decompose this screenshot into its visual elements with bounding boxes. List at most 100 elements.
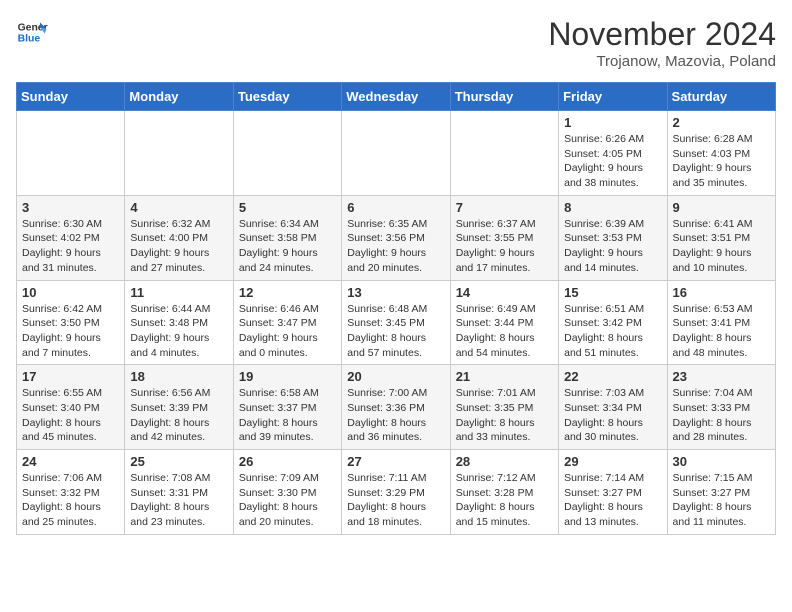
- day-number: 15: [564, 285, 661, 300]
- calendar-cell: 29 Sunrise: 7:14 AM Sunset: 3:27 PM Dayli…: [559, 450, 667, 535]
- calendar-cell: 12 Sunrise: 6:46 AM Sunset: 3:47 PM Dayli…: [233, 280, 341, 365]
- calendar-cell: 25Sunrise: 7:08 AM Sunset: 3:31 PM Dayli…: [125, 450, 233, 535]
- calendar-cell: [125, 111, 233, 196]
- calendar-cell: 22 Sunrise: 7:03 AM Sunset: 3:34 PM Dayli…: [559, 365, 667, 450]
- calendar-cell: 27 Sunrise: 7:11 AM Sunset: 3:29 PM Dayli…: [342, 450, 450, 535]
- calendar-cell: 14Sunrise: 6:49 AM Sunset: 3:44 PM Dayli…: [450, 280, 558, 365]
- day-number: 8: [564, 200, 661, 215]
- day-info: Sunrise: 6:39 AM Sunset: 3:53 PM Dayligh…: [564, 217, 661, 276]
- day-info: Sunrise: 7:04 AM Sunset: 3:33 PM Dayligh…: [673, 386, 770, 445]
- calendar-cell: 21 Sunrise: 7:01 AM Sunset: 3:35 PM Dayli…: [450, 365, 558, 450]
- calendar-cell: 6 Sunrise: 6:35 AM Sunset: 3:56 PM Daylig…: [342, 195, 450, 280]
- day-info: Sunrise: 7:00 AM Sunset: 3:36 PM Dayligh…: [347, 386, 444, 445]
- calendar-week-3: 10 Sunrise: 6:42 AM Sunset: 3:50 PM Dayli…: [17, 280, 776, 365]
- calendar-week-5: 24 Sunrise: 7:06 AM Sunset: 3:32 PM Dayli…: [17, 450, 776, 535]
- calendar-cell: 19 Sunrise: 6:58 AM Sunset: 3:37 PM Dayli…: [233, 365, 341, 450]
- day-number: 20: [347, 369, 444, 384]
- calendar-cell: 13 Sunrise: 6:48 AM Sunset: 3:45 PM Dayli…: [342, 280, 450, 365]
- calendar-cell: 15 Sunrise: 6:51 AM Sunset: 3:42 PM Dayli…: [559, 280, 667, 365]
- day-info: Sunrise: 7:08 AM Sunset: 3:31 PM Dayligh…: [130, 471, 227, 530]
- calendar-cell: 26 Sunrise: 7:09 AM Sunset: 3:30 PM Dayli…: [233, 450, 341, 535]
- day-number: 13: [347, 285, 444, 300]
- day-info: Sunrise: 7:14 AM Sunset: 3:27 PM Dayligh…: [564, 471, 661, 530]
- month-title: November 2024: [548, 16, 776, 53]
- day-info: Sunrise: 6:49 AM Sunset: 3:44 PM Dayligh…: [456, 302, 553, 361]
- day-number: 23: [673, 369, 770, 384]
- calendar-cell: 16 Sunrise: 6:53 AM Sunset: 3:41 PM Dayli…: [667, 280, 775, 365]
- calendar-cell: 5 Sunrise: 6:34 AM Sunset: 3:58 PM Daylig…: [233, 195, 341, 280]
- day-info: Sunrise: 7:09 AM Sunset: 3:30 PM Dayligh…: [239, 471, 336, 530]
- day-info: Sunrise: 6:44 AM Sunset: 3:48 PM Dayligh…: [130, 302, 227, 361]
- calendar-cell: 4 Sunrise: 6:32 AM Sunset: 4:00 PM Daylig…: [125, 195, 233, 280]
- day-number: 21: [456, 369, 553, 384]
- day-info: Sunrise: 6:28 AM Sunset: 4:03 PM Dayligh…: [673, 132, 770, 191]
- day-info: Sunrise: 6:26 AM Sunset: 4:05 PM Dayligh…: [564, 132, 661, 191]
- day-header-sunday: Sunday: [17, 83, 125, 111]
- day-info: Sunrise: 6:53 AM Sunset: 3:41 PM Dayligh…: [673, 302, 770, 361]
- day-info: Sunrise: 6:41 AM Sunset: 3:51 PM Dayligh…: [673, 217, 770, 276]
- day-info: Sunrise: 7:15 AM Sunset: 3:27 PM Dayligh…: [673, 471, 770, 530]
- day-header-friday: Friday: [559, 83, 667, 111]
- day-number: 11: [130, 285, 227, 300]
- day-number: 19: [239, 369, 336, 384]
- day-number: 24: [22, 454, 119, 469]
- day-header-wednesday: Wednesday: [342, 83, 450, 111]
- calendar-week-2: 3Sunrise: 6:30 AM Sunset: 4:02 PM Daylig…: [17, 195, 776, 280]
- day-number: 7: [456, 200, 553, 215]
- day-number: 22: [564, 369, 661, 384]
- calendar-cell: [342, 111, 450, 196]
- day-info: Sunrise: 6:46 AM Sunset: 3:47 PM Dayligh…: [239, 302, 336, 361]
- day-info: Sunrise: 6:34 AM Sunset: 3:58 PM Dayligh…: [239, 217, 336, 276]
- calendar-cell: 2 Sunrise: 6:28 AM Sunset: 4:03 PM Daylig…: [667, 111, 775, 196]
- day-info: Sunrise: 7:06 AM Sunset: 3:32 PM Dayligh…: [22, 471, 119, 530]
- day-number: 16: [673, 285, 770, 300]
- page-header: General Blue General Blue November 2024 …: [16, 16, 776, 70]
- svg-text:Blue: Blue: [18, 34, 41, 45]
- calendar-week-1: 1Sunrise: 6:26 AM Sunset: 4:05 PM Daylig…: [17, 111, 776, 196]
- day-number: 4: [130, 200, 227, 215]
- day-info: Sunrise: 6:48 AM Sunset: 3:45 PM Dayligh…: [347, 302, 444, 361]
- calendar-cell: 30 Sunrise: 7:15 AM Sunset: 3:27 PM Dayli…: [667, 450, 775, 535]
- logo-icon: General Blue: [16, 16, 48, 48]
- calendar-week-4: 17Sunrise: 6:55 AM Sunset: 3:40 PM Dayli…: [17, 365, 776, 450]
- day-info: Sunrise: 6:58 AM Sunset: 3:37 PM Dayligh…: [239, 386, 336, 445]
- day-info: Sunrise: 6:56 AM Sunset: 3:39 PM Dayligh…: [130, 386, 227, 445]
- day-number: 18: [130, 369, 227, 384]
- calendar-cell: 7Sunrise: 6:37 AM Sunset: 3:55 PM Daylig…: [450, 195, 558, 280]
- calendar-cell: 3Sunrise: 6:30 AM Sunset: 4:02 PM Daylig…: [17, 195, 125, 280]
- day-number: 30: [673, 454, 770, 469]
- calendar-cell: 1Sunrise: 6:26 AM Sunset: 4:05 PM Daylig…: [559, 111, 667, 196]
- day-info: Sunrise: 7:01 AM Sunset: 3:35 PM Dayligh…: [456, 386, 553, 445]
- calendar-cell: [233, 111, 341, 196]
- calendar-cell: 11 Sunrise: 6:44 AM Sunset: 3:48 PM Dayli…: [125, 280, 233, 365]
- day-info: Sunrise: 7:03 AM Sunset: 3:34 PM Dayligh…: [564, 386, 661, 445]
- day-number: 2: [673, 115, 770, 130]
- day-info: Sunrise: 6:35 AM Sunset: 3:56 PM Dayligh…: [347, 217, 444, 276]
- calendar-cell: [450, 111, 558, 196]
- day-header-tuesday: Tuesday: [233, 83, 341, 111]
- day-info: Sunrise: 6:42 AM Sunset: 3:50 PM Dayligh…: [22, 302, 119, 361]
- day-number: 12: [239, 285, 336, 300]
- day-number: 29: [564, 454, 661, 469]
- day-info: Sunrise: 7:11 AM Sunset: 3:29 PM Dayligh…: [347, 471, 444, 530]
- day-header-monday: Monday: [125, 83, 233, 111]
- calendar-cell: 28Sunrise: 7:12 AM Sunset: 3:28 PM Dayli…: [450, 450, 558, 535]
- calendar-cell: 9 Sunrise: 6:41 AM Sunset: 3:51 PM Daylig…: [667, 195, 775, 280]
- calendar-table: SundayMondayTuesdayWednesdayThursdayFrid…: [16, 82, 776, 535]
- title-block: November 2024 Trojanow, Mazovia, Poland: [548, 16, 776, 70]
- day-info: Sunrise: 7:12 AM Sunset: 3:28 PM Dayligh…: [456, 471, 553, 530]
- calendar-cell: 20 Sunrise: 7:00 AM Sunset: 3:36 PM Dayli…: [342, 365, 450, 450]
- day-number: 6: [347, 200, 444, 215]
- day-number: 10: [22, 285, 119, 300]
- calendar-cell: 10 Sunrise: 6:42 AM Sunset: 3:50 PM Dayli…: [17, 280, 125, 365]
- day-number: 26: [239, 454, 336, 469]
- day-info: Sunrise: 6:51 AM Sunset: 3:42 PM Dayligh…: [564, 302, 661, 361]
- location-subtitle: Trojanow, Mazovia, Poland: [548, 53, 776, 70]
- day-number: 27: [347, 454, 444, 469]
- day-number: 9: [673, 200, 770, 215]
- calendar-cell: 18 Sunrise: 6:56 AM Sunset: 3:39 PM Dayli…: [125, 365, 233, 450]
- day-info: Sunrise: 6:32 AM Sunset: 4:00 PM Dayligh…: [130, 217, 227, 276]
- day-number: 5: [239, 200, 336, 215]
- day-info: Sunrise: 6:55 AM Sunset: 3:40 PM Dayligh…: [22, 386, 119, 445]
- calendar-cell: 8 Sunrise: 6:39 AM Sunset: 3:53 PM Daylig…: [559, 195, 667, 280]
